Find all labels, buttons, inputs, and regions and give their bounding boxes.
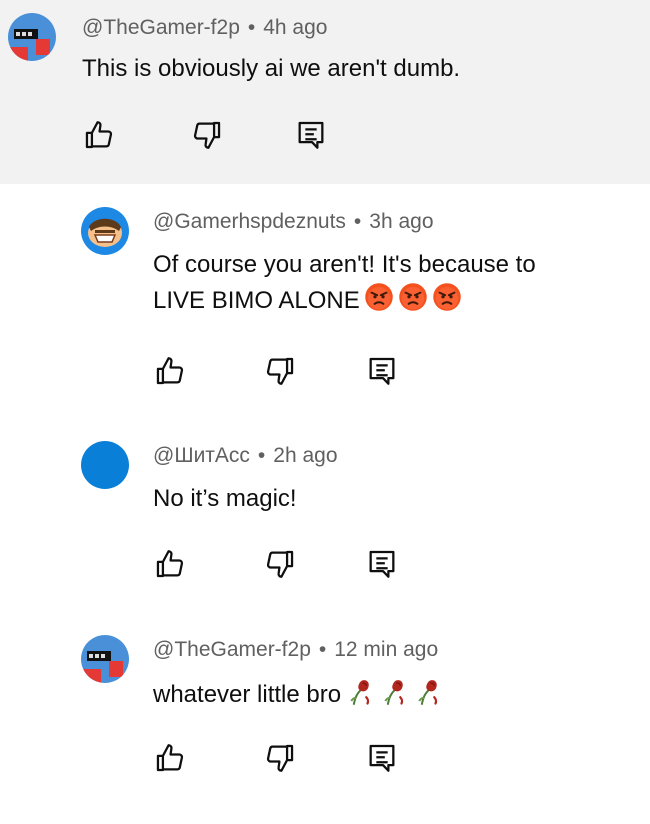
like-button[interactable] — [153, 547, 187, 581]
comment-meta: @TheGamer-f2p • 12 min ago — [153, 638, 438, 662]
timestamp[interactable]: 4h ago — [263, 16, 327, 39]
author-name[interactable]: @TheGamer-f2p — [82, 16, 240, 39]
author-name[interactable]: @ШитAcc — [153, 444, 250, 467]
dislike-icon — [263, 354, 297, 388]
dislike-button[interactable] — [190, 118, 224, 152]
cartoon-face-avatar-icon — [81, 207, 129, 255]
author-name[interactable]: @Gamerhspdeznuts — [153, 210, 346, 233]
timestamp[interactable]: 2h ago — [273, 444, 337, 467]
angry-face-icon — [398, 282, 428, 312]
like-button[interactable] — [153, 354, 187, 388]
wilted-flower-icon — [413, 676, 443, 706]
avatar[interactable] — [8, 13, 56, 61]
reply-button[interactable] — [365, 354, 399, 388]
like-button[interactable] — [153, 741, 187, 775]
like-button[interactable] — [82, 118, 116, 152]
comment-meta: @Gamerhspdeznuts • 3h ago — [153, 210, 434, 234]
angry-face-icon — [432, 282, 462, 312]
separator-dot: • — [318, 638, 327, 661]
timestamp[interactable]: 12 min ago — [334, 638, 438, 661]
dislike-icon — [190, 118, 224, 152]
dislike-icon — [263, 741, 297, 775]
replies: @Gamerhspdeznuts • 3h ago Of course you ar… — [0, 184, 650, 824]
comment-thread-top: @TheGamer-f2p • 4h ago This is obviously a… — [0, 0, 650, 184]
avatar[interactable] — [81, 635, 129, 683]
separator-dot: • — [257, 444, 266, 467]
wilted-flower-icon — [379, 676, 409, 706]
gamer-avatar-icon — [81, 635, 129, 683]
dislike-button[interactable] — [263, 354, 297, 388]
comment-text: This is obviously ai we aren't dumb. — [82, 55, 461, 82]
comment-text: Of course you aren't! It's because to LI… — [153, 248, 536, 318]
author-name[interactable]: @TheGamer-f2p — [153, 638, 311, 661]
reply-button[interactable] — [365, 741, 399, 775]
like-icon — [153, 547, 187, 581]
angry-face-icon — [364, 282, 394, 312]
comment-text: whatever little bro — [153, 676, 443, 712]
dislike-button[interactable] — [263, 741, 297, 775]
timestamp[interactable]: 3h ago — [369, 210, 433, 233]
like-icon — [82, 118, 116, 152]
comment-meta: @ШитAcc • 2h ago — [153, 444, 338, 468]
reply-icon — [365, 354, 399, 388]
separator-dot: • — [247, 16, 256, 39]
dislike-button[interactable] — [263, 547, 297, 581]
gamer-avatar-icon — [8, 13, 56, 61]
comment-text-line: LIVE BIMO ALONE — [153, 282, 536, 318]
reply-icon — [365, 547, 399, 581]
comment-meta: @TheGamer-f2p • 4h ago — [82, 16, 327, 40]
reply-icon — [294, 118, 328, 152]
avatar[interactable] — [81, 441, 129, 489]
comment-text: No it’s magic! — [153, 485, 297, 512]
reply-button[interactable] — [294, 118, 328, 152]
comment-text-line: Of course you aren't! It's because to — [153, 251, 536, 278]
dislike-icon — [263, 547, 297, 581]
like-icon — [153, 741, 187, 775]
wilted-flower-icon — [345, 676, 375, 706]
reply-button[interactable] — [365, 547, 399, 581]
separator-dot: • — [353, 210, 362, 233]
like-icon — [153, 354, 187, 388]
reply-icon — [365, 741, 399, 775]
avatar[interactable] — [81, 207, 129, 255]
